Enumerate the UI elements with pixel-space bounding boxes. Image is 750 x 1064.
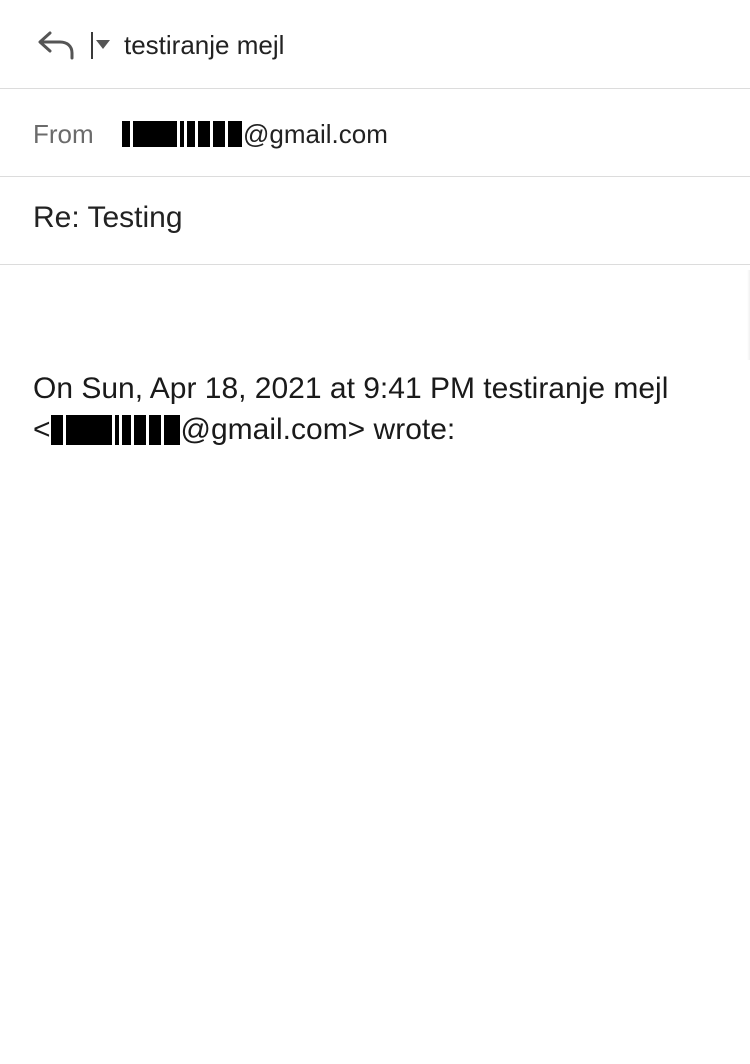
quote-open-bracket: < — [33, 413, 51, 446]
compose-screen: testiranje mejl From @gmail.com Re: Test… — [0, 0, 750, 1064]
redacted-username — [50, 414, 180, 445]
subject-field[interactable]: Re: Testing — [33, 200, 183, 236]
caret-down-icon[interactable] — [96, 40, 110, 49]
from-row[interactable]: From @gmail.com — [0, 89, 750, 177]
message-body[interactable]: On Sun, Apr 18, 2021 at 9:41 PM testiran… — [33, 368, 733, 450]
to-row[interactable]: testiranje mejl — [0, 0, 750, 89]
quote-header-line: < @gmail.com> wrote: — [33, 409, 733, 450]
quote-domain-text: @gmail.com> wrote: — [180, 413, 456, 446]
text-cursor — [91, 32, 93, 59]
from-label: From — [33, 119, 94, 149]
from-address-domain: @gmail.com — [243, 119, 388, 149]
from-address[interactable]: @gmail.com — [122, 118, 388, 150]
redacted-username — [122, 121, 242, 147]
reply-arrow-icon[interactable] — [36, 28, 76, 62]
quote-header-text: On Sun, Apr 18, 2021 at 9:41 PM testiran… — [33, 372, 669, 405]
to-recipient-name[interactable]: testiranje mejl — [124, 29, 284, 61]
quote-header-line: On Sun, Apr 18, 2021 at 9:41 PM testiran… — [33, 368, 733, 409]
